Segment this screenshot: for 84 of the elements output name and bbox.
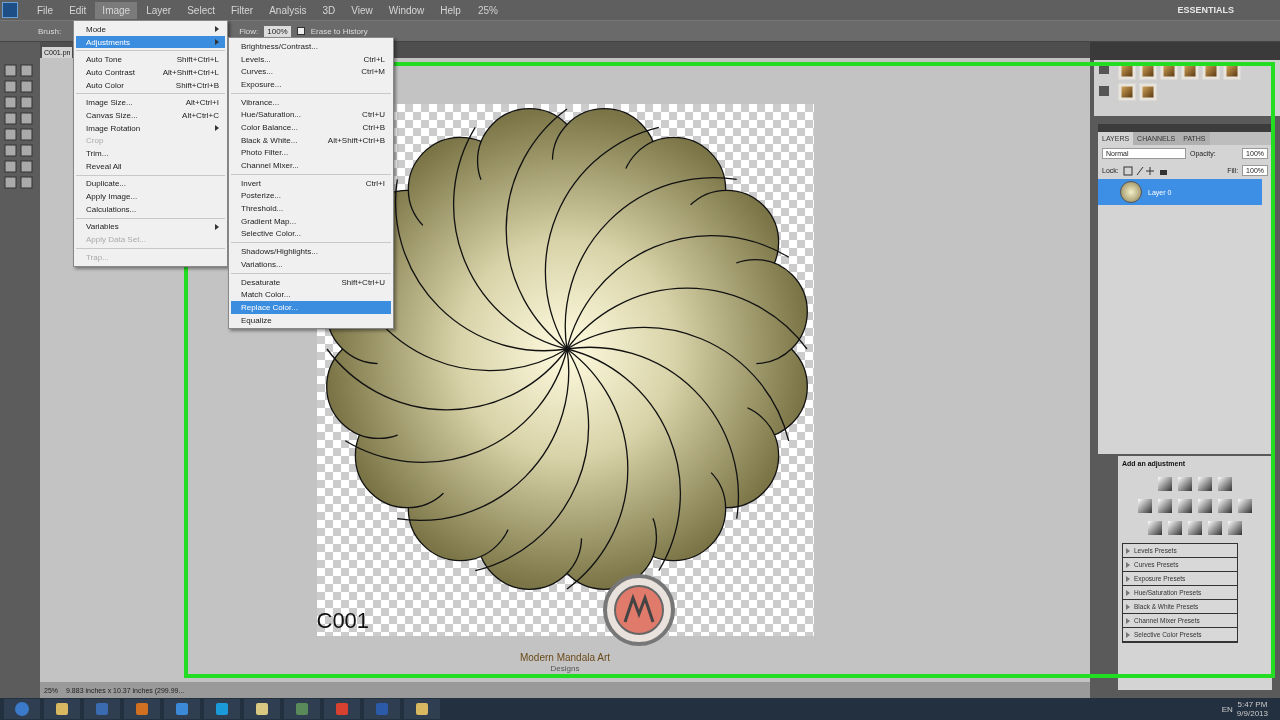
menu-bar-item[interactable]: Help (433, 1, 468, 19)
menu-item[interactable]: Trim... (76, 147, 225, 160)
menu-item[interactable]: Apply Image... (76, 190, 225, 203)
menu-item[interactable]: Hue/Saturation... Ctrl+U (231, 108, 391, 122)
menu-item[interactable]: Auto Contrast Alt+Shift+Ctrl+L (76, 66, 225, 79)
taskbar-app-icon[interactable] (204, 699, 240, 719)
checkbox[interactable] (296, 27, 305, 35)
menu-item[interactable]: Exposure... (231, 78, 391, 91)
menu-bar-item[interactable]: View (344, 1, 380, 19)
clock-time: 5:47 PM (1237, 700, 1268, 709)
adjustment-icon[interactable] (1138, 499, 1152, 513)
menu-item[interactable]: Invert Ctrl+I (231, 176, 391, 190)
adjustment-icon[interactable] (1178, 499, 1192, 513)
app-logo-icon (2, 2, 18, 18)
menu-item[interactable]: Match Color... (231, 288, 391, 302)
taskbar-app-icon[interactable] (44, 699, 80, 719)
logo-text: Modern Mandala Art (519, 652, 611, 664)
menu-bar-item[interactable]: Filter (223, 1, 261, 19)
adjustment-icon[interactable] (1158, 499, 1172, 513)
flow-label: Flow: (239, 26, 259, 36)
workspace-switcher[interactable]: ESSENTIALS (1171, 4, 1240, 16)
menu-item[interactable]: Calculations... (76, 202, 225, 216)
menu-item[interactable]: Selective Color... (231, 227, 391, 241)
menu-item[interactable]: Gradient Map... (231, 214, 391, 228)
brush-label: Brush: (38, 26, 62, 36)
menu-item[interactable]: Equalize (231, 313, 391, 327)
menu-item[interactable]: Shadows/Highlights... (231, 245, 391, 258)
checkbox-label: Erase to History (310, 26, 368, 36)
adjustment-icon[interactable] (1188, 521, 1202, 535)
menu-item[interactable]: Variations... (231, 258, 391, 271)
menu-item[interactable]: Black & White... Alt+Shift+Ctrl+B (231, 133, 391, 147)
adjustment-icon[interactable] (1148, 521, 1162, 535)
submenu-arrow-icon (215, 125, 219, 132)
adjustment-icon[interactable] (1158, 477, 1172, 491)
logo-subtext: Designs (550, 664, 580, 673)
menu-item[interactable]: Duplicate... (76, 177, 225, 191)
adjustment-icon[interactable] (1208, 521, 1222, 535)
clock-date: 9/9/2013 (1236, 709, 1268, 718)
adjustment-icon[interactable] (1228, 521, 1242, 535)
taskbar-app-icon[interactable] (244, 699, 280, 719)
adjustment-icon[interactable] (1198, 499, 1212, 513)
menu-item[interactable]: Auto Tone Shift+Ctrl+L (76, 53, 225, 67)
adjustment-icon[interactable] (1238, 499, 1252, 513)
adjustment-icon[interactable] (1218, 477, 1232, 491)
menu-item[interactable]: Posterize... (231, 189, 391, 203)
adjustment-icon[interactable] (1198, 477, 1212, 491)
language-indicator[interactable]: EN (1221, 704, 1233, 714)
menu-item[interactable]: Levels... Ctrl+L (231, 52, 391, 66)
windows-logo-icon (14, 701, 30, 717)
menu-bar-item[interactable]: Window (381, 1, 432, 19)
menu-item[interactable]: Image Rotation (76, 121, 225, 135)
menu-item[interactable]: Canvas Size... Alt+Ctrl+C (76, 109, 225, 122)
menu-item[interactable]: Reveal All (76, 159, 225, 173)
menu-item[interactable]: Vibrance... (231, 95, 391, 109)
menu-item[interactable]: Variables (76, 220, 225, 234)
menu-item[interactable]: Channel Mixer... (231, 159, 391, 172)
start-button[interactable] (4, 699, 40, 719)
taskbar-app-icon[interactable] (164, 699, 200, 719)
submenu-arrow-icon (215, 223, 219, 230)
adjustment-icon[interactable] (1178, 477, 1192, 491)
adjustment-icon[interactable] (1218, 499, 1232, 513)
menu-item[interactable]: Brightness/Contrast... (231, 40, 391, 53)
menu-item[interactable]: Image Size... Alt+Ctrl+I (76, 96, 225, 110)
taskbar-app-icon[interactable] (124, 699, 160, 719)
menu-item[interactable]: Threshold... (231, 202, 391, 215)
menu-bar-item[interactable]: File (30, 1, 61, 19)
menu-item[interactable]: Photo Filter... (231, 146, 391, 160)
canvas-label: C001 (316, 608, 370, 634)
menu-bar-item[interactable]: 3D (315, 1, 343, 19)
layer-thumbnail (1120, 181, 1142, 203)
menu-item[interactable]: Curves... Ctrl+M (231, 65, 391, 79)
menu-bar-item[interactable]: Select (180, 1, 222, 19)
menu-bar-item[interactable]: Edit (62, 1, 94, 19)
adjustment-icon[interactable] (1168, 521, 1182, 535)
menu-item[interactable]: Desaturate Shift+Ctrl+U (231, 275, 391, 289)
menu-item[interactable]: Auto Color Shift+Ctrl+B (76, 78, 225, 92)
taskbar-app-icon[interactable] (284, 699, 320, 719)
flow-field[interactable]: 100% (264, 25, 291, 37)
menu-item[interactable]: Mode (76, 23, 225, 36)
menu-item[interactable]: Color Balance... Ctrl+B (231, 121, 391, 134)
zoom-level[interactable]: 25% (477, 4, 498, 16)
menu-bar-item[interactable]: Layer (139, 1, 179, 19)
taskbar-app-icon[interactable] (404, 699, 440, 719)
menu-bar-item[interactable]: Analysis (262, 1, 314, 19)
